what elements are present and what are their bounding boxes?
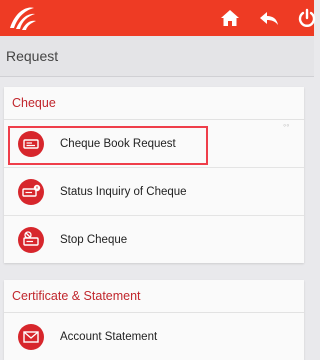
menu-item-stop-cheque[interactable]: Stop Cheque [4, 216, 304, 263]
cheque-status-icon [18, 179, 44, 205]
top-bar [0, 0, 316, 36]
menu-item-label: Status Inquiry of Cheque [60, 185, 187, 198]
menu-item-account-statement[interactable]: Account Statement [4, 313, 304, 360]
back-arrow-icon[interactable] [258, 7, 280, 29]
bank-logo-icon[interactable] [6, 2, 38, 34]
stop-cheque-icon [18, 227, 44, 253]
section-title-certificate-statement: Certificate & Statement [4, 280, 304, 313]
cheque-book-icon [18, 131, 44, 157]
section-title-cheque: Cheque [4, 87, 304, 120]
cheque-section: Cheque Cheque Book Request Status Inquir… [4, 87, 304, 263]
scroll-hint-icon: ◦◦ [283, 120, 290, 130]
menu-item-label: Account Statement [60, 330, 158, 343]
page-title: Request [6, 48, 59, 64]
page-header: Request [0, 36, 314, 77]
envelope-icon [18, 324, 44, 350]
menu-item-cheque-book-request[interactable]: Cheque Book Request [4, 120, 304, 168]
certificate-statement-section: Certificate & Statement Account Statemen… [4, 280, 304, 360]
menu-item-status-inquiry-of-cheque[interactable]: Status Inquiry of Cheque [4, 168, 304, 216]
menu-item-label: Cheque Book Request [60, 137, 176, 150]
menu-item-label: Stop Cheque [60, 233, 128, 246]
power-icon[interactable] [296, 7, 318, 29]
home-icon[interactable] [219, 7, 241, 29]
